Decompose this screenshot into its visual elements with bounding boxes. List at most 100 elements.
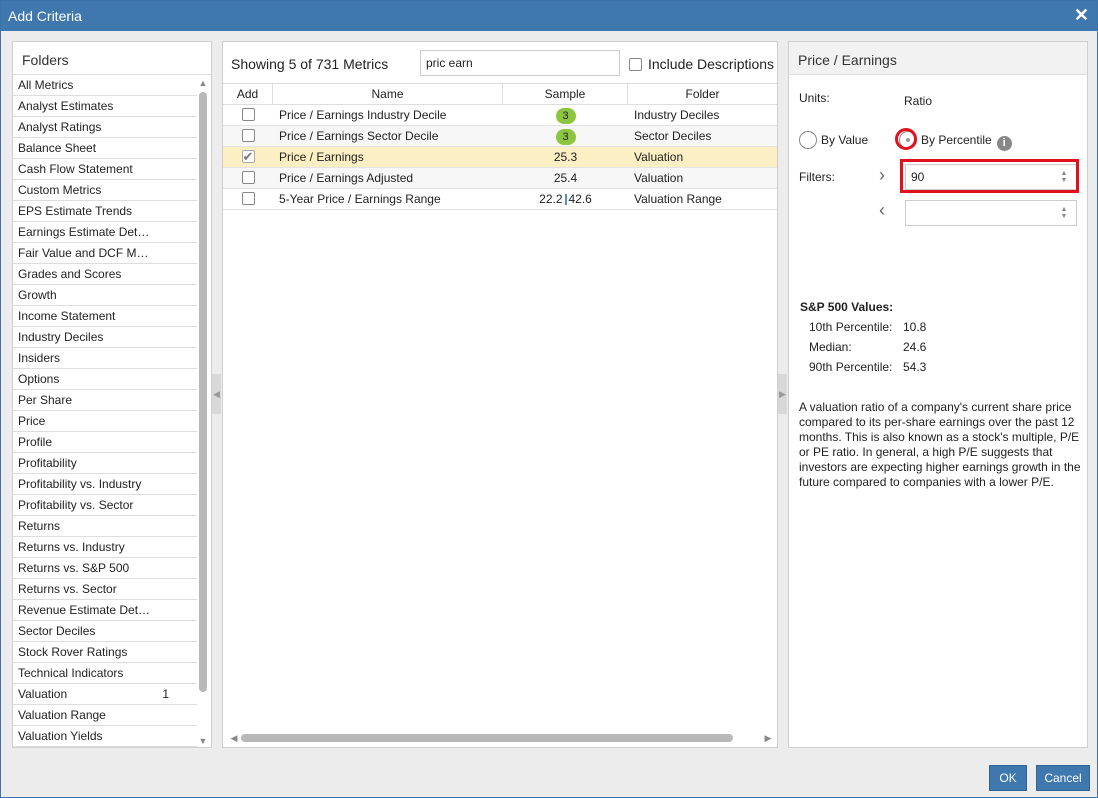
- folder-item-label: Valuation: [18, 687, 68, 701]
- metric-row[interactable]: Price / Earnings Sector Decile 3 Sector De…: [223, 126, 777, 147]
- folder-item-label: Price: [18, 414, 46, 428]
- metrics-hscrollbar[interactable]: ◀ ▶: [229, 733, 773, 743]
- by-value-radio[interactable]: [799, 131, 817, 149]
- folder-item-label: Earnings Estimate Det…: [18, 225, 150, 239]
- sp500-values-title: S&P 500 Values:: [800, 300, 894, 314]
- folder-item[interactable]: EPS Estimate Trends: [13, 201, 197, 222]
- cancel-button[interactable]: Cancel: [1036, 765, 1090, 791]
- folder-item[interactable]: Profitability: [13, 453, 197, 474]
- metric-name: Price / Earnings Industry Decile: [279, 108, 447, 122]
- folder-item-label: Returns: [18, 519, 61, 533]
- sp500-value: 54.3: [903, 360, 927, 374]
- filters-label: Filters:: [799, 170, 835, 184]
- folder-item[interactable]: Insiders: [13, 348, 197, 369]
- by-percentile-option[interactable]: By Percentile i: [921, 133, 1012, 151]
- by-value-label[interactable]: By Value: [821, 133, 868, 147]
- info-icon[interactable]: i: [996, 136, 1012, 151]
- sample-range-high: 42.6: [568, 192, 592, 206]
- scroll-up-icon[interactable]: ▲: [198, 78, 208, 88]
- metric-row[interactable]: Price / Earnings Industry Decile 3 Industr…: [223, 105, 777, 126]
- folder-item[interactable]: Stock Rover Ratings: [13, 642, 197, 663]
- spinner-icon[interactable]: ▲ ▼: [1059, 206, 1069, 220]
- metric-name: Price / Earnings: [279, 150, 364, 164]
- folder-item[interactable]: Earnings Estimate Det…: [13, 222, 197, 243]
- by-percentile-label: By Percentile: [921, 133, 992, 147]
- scroll-thumb[interactable]: [199, 92, 207, 692]
- folder-item[interactable]: Technical Indicators: [13, 663, 197, 684]
- folder-item-label: Industry Deciles: [18, 330, 104, 344]
- folder-item[interactable]: Per Share: [13, 390, 197, 411]
- folder-item-label: Returns vs. Sector: [18, 582, 117, 596]
- filter-less-than-input[interactable]: ▲ ▼: [905, 200, 1077, 226]
- detail-title: Price / Earnings: [789, 42, 1087, 75]
- add-metric-checkbox[interactable]: [241, 147, 255, 167]
- folder-item[interactable]: Profitability vs. Industry: [13, 474, 197, 495]
- add-cell: [223, 105, 273, 125]
- folder-item-label: Insiders: [18, 351, 61, 365]
- folders-scrollbar[interactable]: ▲ ▼: [198, 78, 208, 746]
- column-header-name[interactable]: Name: [273, 84, 503, 105]
- folder-item[interactable]: Balance Sheet: [13, 138, 197, 159]
- dialog-title: Add Criteria: [8, 8, 82, 24]
- folder-item[interactable]: Returns vs. Industry: [13, 537, 197, 558]
- folder-item-label: Analyst Ratings: [18, 120, 102, 134]
- folder-item[interactable]: Returns: [13, 516, 197, 537]
- folder-item-label: Profitability: [18, 456, 77, 470]
- folder-item[interactable]: Options: [13, 369, 197, 390]
- dialog-titlebar[interactable]: Add Criteria ✕: [1, 1, 1097, 31]
- add-criteria-dialog: Add Criteria ✕ Folders All Metrics Analys…: [0, 0, 1098, 798]
- scroll-down-icon[interactable]: ▼: [198, 736, 208, 746]
- folder-item[interactable]: Valuation Yields: [13, 726, 197, 747]
- right-collapse-handle[interactable]: ▶: [778, 374, 787, 414]
- folder-item[interactable]: Valuation Range: [13, 705, 197, 726]
- hscroll-thumb[interactable]: [241, 734, 733, 742]
- metric-row[interactable]: Price / Earnings Adjusted 25.4 Valuation: [223, 168, 777, 189]
- folder-item[interactable]: Growth: [13, 285, 197, 306]
- close-icon[interactable]: ✕: [1074, 6, 1089, 24]
- folders-header: Folders: [13, 42, 211, 75]
- include-descriptions-toggle[interactable]: Include Descriptions: [629, 56, 774, 72]
- folder-item[interactable]: Grades and Scores: [13, 264, 197, 285]
- folder-item-label: Growth: [18, 288, 57, 302]
- column-header-sample[interactable]: Sample: [503, 84, 628, 105]
- folder-item[interactable]: Custom Metrics: [13, 180, 197, 201]
- scroll-left-icon[interactable]: ◀: [229, 733, 239, 743]
- folder-item[interactable]: Valuation 1: [13, 684, 197, 705]
- folder-item[interactable]: All Metrics: [13, 75, 197, 96]
- folder-item[interactable]: Profile: [13, 432, 197, 453]
- left-collapse-handle[interactable]: ◀: [212, 374, 221, 414]
- folder-item-label: Profitability vs. Industry: [18, 477, 142, 491]
- metric-row[interactable]: Price / Earnings 25.3 Valuation: [223, 147, 777, 168]
- folder-item[interactable]: Analyst Ratings: [13, 117, 197, 138]
- folder-item[interactable]: Revenue Estimate Det…: [13, 600, 197, 621]
- folder-item[interactable]: Sector Deciles: [13, 621, 197, 642]
- scroll-right-icon[interactable]: ▶: [763, 733, 773, 743]
- include-descriptions-label: Include Descriptions: [648, 56, 775, 72]
- decile-badge: 3: [555, 108, 576, 124]
- folder-item[interactable]: Profitability vs. Sector: [13, 495, 197, 516]
- folder-item[interactable]: Cash Flow Statement: [13, 159, 197, 180]
- add-metric-checkbox[interactable]: [241, 171, 255, 184]
- folder-item[interactable]: Industry Deciles: [13, 327, 197, 348]
- folder-item[interactable]: Income Statement: [13, 306, 197, 327]
- folder-item-label: Custom Metrics: [18, 183, 102, 197]
- folders-panel: Folders All Metrics Analyst Estimates Anal…: [12, 41, 212, 748]
- metric-search-input[interactable]: [420, 50, 620, 76]
- folder-item[interactable]: Returns vs. S&P 500: [13, 558, 197, 579]
- metric-row[interactable]: 5-Year Price / Earnings Range 22.2 42.6 Val…: [223, 189, 777, 210]
- add-metric-checkbox[interactable]: [241, 192, 255, 205]
- add-metric-checkbox[interactable]: [241, 129, 255, 142]
- include-descriptions-checkbox[interactable]: [629, 58, 642, 71]
- add-metric-checkbox[interactable]: [241, 108, 255, 121]
- range-marker-icon: [564, 194, 567, 205]
- sp500-value: 24.6: [903, 340, 927, 354]
- folder-item[interactable]: Analyst Estimates: [13, 96, 197, 117]
- column-header-folder[interactable]: Folder: [628, 84, 777, 105]
- folder-item[interactable]: Returns vs. Sector: [13, 579, 197, 600]
- ok-button[interactable]: OK: [989, 765, 1027, 791]
- folder-item-label: Analyst Estimates: [18, 99, 114, 113]
- folder-item-label: Stock Rover Ratings: [18, 645, 128, 659]
- column-header-add[interactable]: Add: [223, 84, 273, 105]
- folder-item[interactable]: Fair Value and DCF M…: [13, 243, 197, 264]
- folder-item[interactable]: Price: [13, 411, 197, 432]
